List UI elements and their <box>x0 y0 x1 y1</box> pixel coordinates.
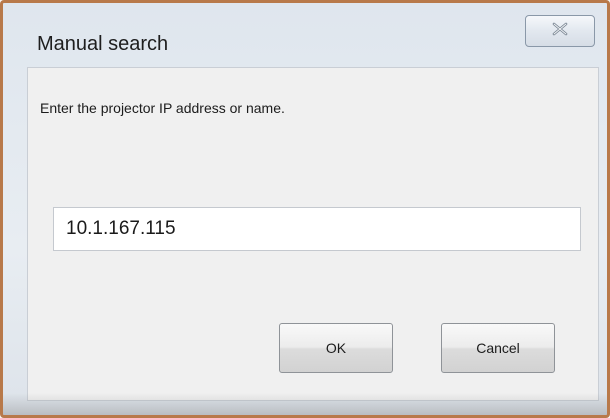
title-bar: Manual search <box>15 3 595 65</box>
close-x-icon <box>550 22 570 41</box>
dialog-content: Enter the projector IP address or name. … <box>27 67 599 401</box>
dialog-title: Manual search <box>37 33 169 55</box>
ip-address-input[interactable] <box>53 207 581 251</box>
prompt-label: Enter the projector IP address or name. <box>40 100 285 116</box>
close-button[interactable] <box>525 15 595 47</box>
ok-button[interactable]: OK <box>279 323 393 373</box>
cancel-button[interactable]: Cancel <box>441 323 555 373</box>
dialog-window: Manual search Enter the projector IP add… <box>0 0 610 418</box>
